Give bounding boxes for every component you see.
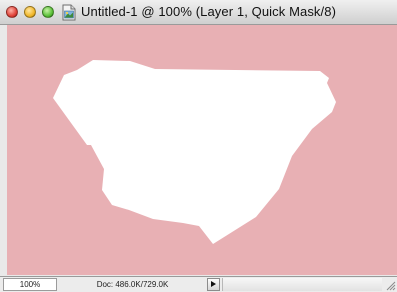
photoshop-document-icon[interactable] (61, 4, 77, 21)
zoom-level-field[interactable]: 100% (3, 278, 57, 291)
horizontal-scrollbar[interactable] (222, 278, 382, 291)
title-bar[interactable]: Untitled-1 @ 100% (Layer 1, Quick Mask/8… (0, 0, 397, 25)
minimize-window-button[interactable] (24, 6, 36, 18)
document-window: Untitled-1 @ 100% (Layer 1, Quick Mask/8… (0, 0, 397, 292)
document-size-info: Doc: 486.0K/729.0K (96, 280, 169, 289)
close-window-button[interactable] (6, 6, 18, 18)
quick-mask-canvas[interactable] (7, 25, 397, 275)
status-bar: 100% Doc: 486.0K/729.0K (0, 276, 397, 292)
resize-grip-icon[interactable] (384, 279, 396, 291)
zoom-window-button[interactable] (42, 6, 54, 18)
window-title: Untitled-1 @ 100% (Layer 1, Quick Mask/8… (81, 4, 337, 19)
status-menu-arrow-icon[interactable] (207, 278, 220, 291)
image-canvas[interactable] (7, 25, 397, 275)
